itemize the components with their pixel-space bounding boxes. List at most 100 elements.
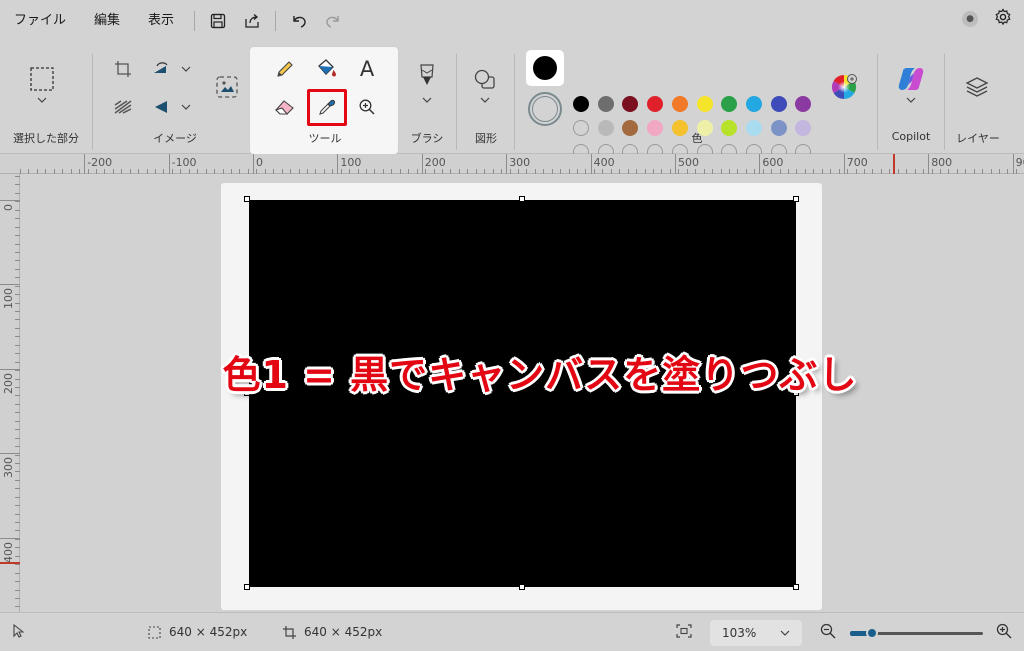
color2-selector[interactable] — [528, 92, 562, 126]
palette-swatch[interactable] — [696, 96, 713, 112]
ruler-label: 100 — [2, 288, 15, 310]
eraser-icon[interactable] — [270, 92, 300, 122]
palette-swatch[interactable] — [647, 120, 664, 136]
ruler-major-tick — [168, 154, 170, 174]
save-icon[interactable] — [203, 6, 233, 36]
menu-separator — [275, 11, 277, 31]
palette-swatch[interactable] — [795, 96, 812, 112]
ruler-major-tick — [759, 154, 761, 174]
selection-size-value: 640 × 452px — [169, 625, 248, 639]
selection-size-icon — [148, 625, 161, 639]
shapes-dropdown-chevron-icon[interactable] — [470, 90, 500, 110]
menu-separator — [194, 11, 196, 31]
ruler-label: 0 — [256, 156, 263, 169]
zoom-out-icon[interactable] — [820, 623, 836, 639]
palette-swatch[interactable] — [770, 120, 787, 136]
ribbon-separator — [877, 54, 878, 150]
flip-icon[interactable] — [148, 92, 194, 122]
brush-icon[interactable] — [412, 62, 442, 92]
magnifier-icon[interactable] — [352, 92, 382, 122]
palette-swatch[interactable] — [647, 96, 664, 112]
menu-view[interactable]: 表示 — [134, 0, 188, 42]
copilot-dropdown-chevron-icon[interactable] — [896, 90, 926, 110]
resize-icon[interactable] — [108, 92, 138, 122]
zoom-value: 103% — [722, 626, 757, 640]
ruler-major-tick — [506, 154, 508, 174]
text-tool-glyph: A — [359, 57, 375, 81]
palette-swatch[interactable] — [721, 120, 738, 136]
ribbon-separator — [944, 54, 945, 150]
brush-dropdown-chevron-icon[interactable] — [412, 90, 442, 110]
palette-swatch[interactable] — [622, 96, 639, 112]
fit-to-window-icon[interactable] — [676, 624, 692, 638]
account-icon[interactable]: ● — [962, 11, 978, 27]
canvas-size: 640 × 452px — [283, 625, 382, 639]
ribbon: 選択した部分 イメージ A ツール ブラシ 図形 色 Copilot レイヤー — [0, 42, 1024, 160]
share-icon[interactable] — [237, 6, 267, 36]
selection-size: 640 × 452px — [148, 625, 247, 639]
palette-swatch[interactable] — [770, 96, 787, 112]
palette-swatch[interactable] — [573, 96, 589, 112]
ruler-label: 200 — [2, 372, 15, 394]
ruler-label: 700 — [846, 156, 868, 169]
ruler-major-tick — [1012, 154, 1014, 174]
ruler-label: -200 — [87, 156, 113, 169]
palette-swatch[interactable] — [597, 120, 614, 136]
pencil-icon[interactable] — [270, 54, 300, 84]
ruler-label: 200 — [424, 156, 446, 169]
menubar-right: ● — [962, 8, 1012, 30]
palette-swatch[interactable] — [671, 96, 688, 112]
group-label-copilot: Copilot — [891, 130, 931, 143]
group-label-selection: 選択した部分 — [13, 132, 79, 145]
rotate-icon[interactable] — [148, 54, 194, 84]
resize-handle-bottom-left[interactable] — [244, 584, 250, 590]
vertical-ruler: 0 100 200 300 400 — [0, 174, 20, 612]
resize-handle-bottom[interactable] — [519, 584, 525, 590]
resize-handle-top-right[interactable] — [793, 196, 799, 202]
color1-selector[interactable] — [526, 50, 564, 86]
palette-swatch[interactable] — [597, 96, 614, 112]
ruler-major-tick — [84, 154, 86, 174]
zoom-dropdown[interactable]: 103% — [710, 620, 802, 646]
edit-colors-icon[interactable] — [829, 72, 859, 102]
annotation-caption: 色1 = 黒でキャンバスを塗りつぶし — [222, 353, 858, 397]
palette-swatch[interactable] — [721, 96, 738, 112]
group-label-shapes: 図形 — [475, 132, 497, 145]
ruler-major-tick — [421, 154, 423, 174]
redo-icon[interactable] — [318, 6, 348, 36]
resize-handle-top-left[interactable] — [244, 196, 250, 202]
resize-handle-top[interactable] — [519, 196, 525, 202]
group-label-image: イメージ — [153, 132, 197, 145]
settings-gear-icon[interactable] — [994, 8, 1012, 30]
palette-swatch[interactable] — [795, 120, 812, 136]
layers-icon[interactable] — [962, 72, 992, 102]
zoom-slider-thumb[interactable] — [866, 627, 878, 639]
ribbon-separator — [92, 54, 93, 150]
palette-swatch[interactable] — [745, 96, 762, 112]
menu-file[interactable]: ファイル — [0, 0, 80, 42]
ruler-major-tick — [590, 154, 592, 174]
color1-swatch — [533, 56, 557, 80]
ruler-cursor-marker — [0, 562, 20, 564]
menu-bar: ファイル 編集 表示 ● — [0, 0, 1024, 42]
palette-swatch[interactable] — [622, 120, 639, 136]
resize-handle-bottom-right[interactable] — [793, 584, 799, 590]
active-tool-highlight — [307, 89, 347, 126]
canvas-size-value: 640 × 452px — [304, 625, 383, 639]
custom-color-slot[interactable] — [573, 120, 589, 136]
fill-bucket-icon[interactable] — [312, 54, 342, 84]
selection-dropdown-chevron-icon[interactable] — [27, 90, 57, 110]
text-tool-icon[interactable]: A — [352, 54, 382, 84]
undo-icon[interactable] — [284, 6, 314, 36]
menu-edit[interactable]: 編集 — [80, 0, 134, 42]
ruler-label: 300 — [2, 457, 15, 479]
image-from-file-icon[interactable] — [212, 72, 242, 102]
palette-swatch[interactable] — [745, 120, 762, 136]
zoom-in-icon[interactable] — [996, 623, 1012, 639]
group-label-tools: ツール — [308, 132, 342, 145]
ruler-label: 90 — [1015, 156, 1024, 169]
crop-icon[interactable] — [108, 54, 138, 84]
ruler-label: 600 — [762, 156, 784, 169]
ruler-cursor-marker — [893, 154, 895, 174]
horizontal-ruler: -200 -100 0 100 200 300 400 500 600 700 800 90 — [0, 154, 1024, 174]
